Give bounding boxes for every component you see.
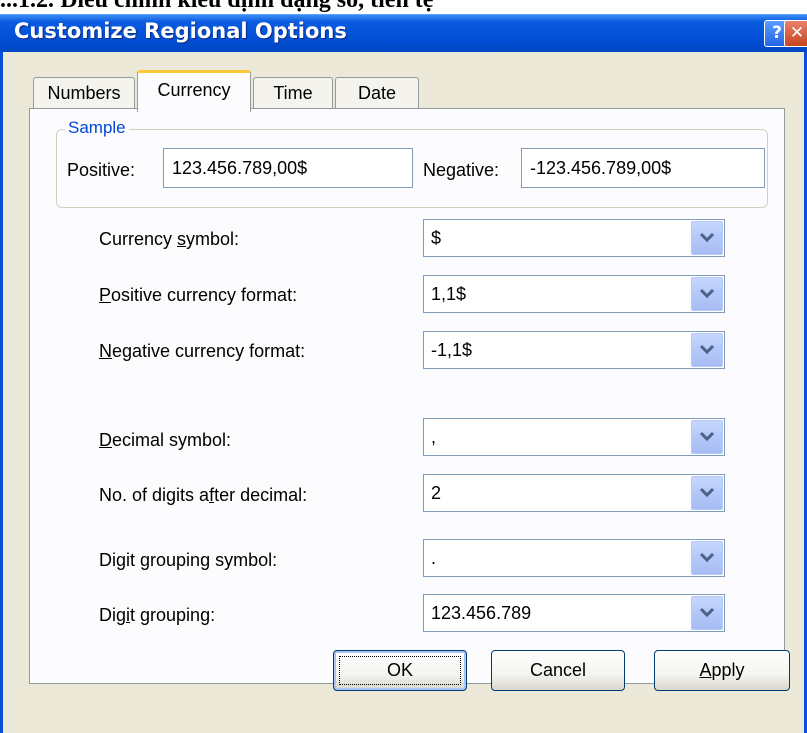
digit-grouping-label: Digit grouping: [99,605,216,625]
digits-after-decimal-value: 2 [431,483,442,503]
digits-after-decimal-label: No. of digits after decimal: [99,485,308,505]
chevron-down-icon [700,232,714,243]
apply-button[interactable]: Apply [654,650,790,691]
digits-after-decimal-dropdown[interactable]: 2 [423,474,725,512]
positive-format-label: Positive currency format: [99,285,298,305]
digit-grouping-symbol-dropdown[interactable]: . [423,539,725,577]
positive-format-dropdown[interactable]: 1,1$ [423,275,725,313]
dropdown-button[interactable] [691,476,723,510]
positive-label: Positive: [67,160,136,180]
cancel-button[interactable]: Cancel [491,650,625,691]
dropdown-button[interactable] [691,277,723,311]
help-icon: ? [772,23,782,43]
chevron-down-icon [700,607,714,618]
positive-sample-field: 123.456.789,00$ [163,148,413,188]
chevron-down-icon [700,344,714,355]
positive-format-value: 1,1$ [431,284,467,304]
sample-group: Sample Positive: 123.456.789,00$ Negativ… [56,118,768,208]
decimal-symbol-value: , [431,427,437,447]
negative-format-value: -1,1$ [431,340,473,360]
negative-label: Negative: [423,160,500,180]
title-bar[interactable]: Customize Regional Options ? ✕ [0,14,807,52]
ok-button[interactable]: OK [333,650,467,691]
dropdown-button[interactable] [691,596,723,630]
apply-label: Apply [699,660,745,680]
currency-symbol-label: Currency symbol: [99,229,240,249]
focus-ring [339,656,461,685]
dropdown-button[interactable] [691,333,723,367]
digit-grouping-value: 123.456.789 [431,603,532,623]
currency-symbol-dropdown[interactable]: $ [423,219,725,257]
negative-format-label: Negative currency format: [99,341,306,361]
close-button[interactable]: ✕ [784,20,807,47]
tab-time[interactable]: Time [253,77,333,111]
currency-symbol-value: $ [431,228,442,248]
chevron-down-icon [700,552,714,563]
dialog-body: Numbers Currency Time Date Sample Positi… [0,52,807,733]
dropdown-button[interactable] [691,221,723,255]
tab-numbers[interactable]: Numbers [33,77,135,111]
digit-grouping-symbol-value: . [431,548,437,568]
chevron-down-icon [700,288,714,299]
negative-format-dropdown[interactable]: -1,1$ [423,331,725,369]
cancel-label: Cancel [529,660,587,680]
chevron-down-icon [700,431,714,442]
digit-grouping-symbol-label: Digit grouping symbol: [99,550,278,570]
close-icon: ✕ [789,23,805,43]
chevron-down-icon [700,487,714,498]
sample-legend: Sample [65,118,129,138]
window-title: Customize Regional Options [14,19,347,43]
currency-panel: Sample Positive: 123.456.789,00$ Negativ… [29,108,785,684]
digit-grouping-dropdown[interactable]: 123.456.789 [423,594,725,632]
dropdown-button[interactable] [691,541,723,575]
dropdown-button[interactable] [691,420,723,454]
negative-sample-field: -123.456.789,00$ [521,148,765,188]
decimal-symbol-label: Decimal symbol: [99,430,232,450]
decimal-symbol-dropdown[interactable]: , [423,418,725,456]
tab-date[interactable]: Date [335,77,419,111]
tab-currency[interactable]: Currency [137,70,251,112]
page-heading-fragment: ...1.2. Điều chỉnh kiểu định dạng số, ti… [0,0,434,13]
